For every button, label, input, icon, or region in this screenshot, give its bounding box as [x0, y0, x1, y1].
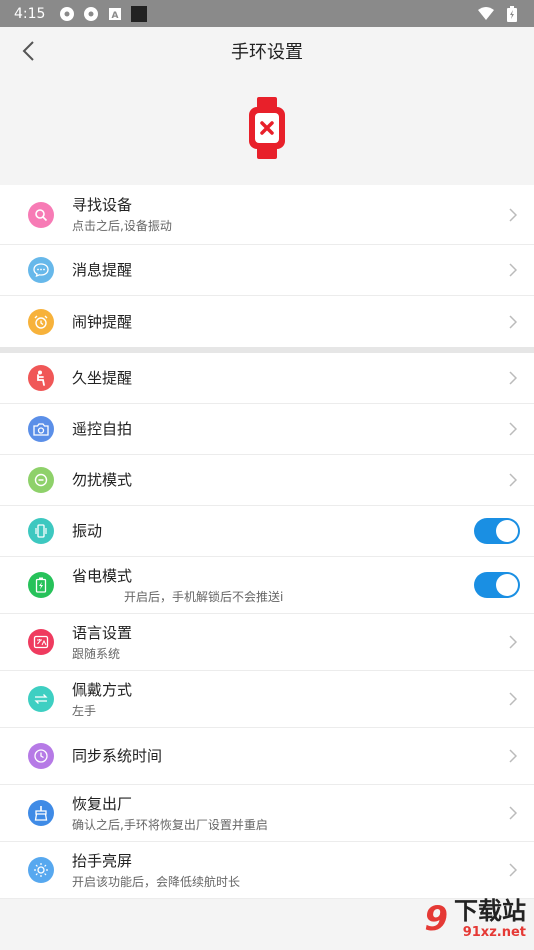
- a-icon: A: [107, 6, 123, 22]
- chevron-right-icon: [506, 421, 520, 437]
- power-saving-toggle[interactable]: [474, 572, 520, 598]
- vibration-toggle[interactable]: [474, 518, 520, 544]
- watermark-logo: 9: [424, 899, 448, 939]
- vibration-label: 振动: [72, 522, 103, 540]
- chevron-right-icon: [506, 691, 520, 707]
- settings-group-1: 寻找设备 点击之后,设备振动 消息提醒 闹钟提醒: [0, 185, 534, 347]
- settings-group-2: 久坐提醒 遥控自拍 勿扰模式 振动 省电模式 开启后，手机解锁后不会推送i 语言…: [0, 353, 534, 899]
- power-saving-row: 省电模式 开启后，手机解锁后不会推送i: [0, 557, 534, 614]
- do-not-disturb-label: 勿扰模式: [72, 471, 133, 489]
- message-reminder-row[interactable]: 消息提醒: [0, 245, 534, 296]
- factory-reset-label: 恢复出厂: [72, 794, 133, 813]
- wear-mode-label: 佩戴方式: [72, 680, 133, 699]
- app-icon-2: [83, 6, 99, 22]
- chevron-right-icon: [506, 370, 520, 386]
- svg-text:A: A: [112, 11, 119, 21]
- header: 手环设置: [0, 27, 534, 75]
- language-icon: [28, 629, 54, 655]
- camera-icon: [28, 416, 54, 442]
- wear-mode-sub: 左手: [72, 703, 97, 718]
- factory-reset-sub: 确认之后,手环将恢复出厂设置并重启: [72, 817, 268, 832]
- broom-icon: [28, 800, 54, 826]
- brightness-icon: [28, 857, 54, 883]
- sitting-person-icon: [28, 365, 54, 391]
- chevron-right-icon: [506, 748, 520, 764]
- sync-time-row[interactable]: 同步系统时间: [0, 728, 534, 785]
- power-saving-label: 省电模式: [72, 566, 133, 585]
- find-device-sub: 点击之后,设备振动: [72, 219, 172, 233]
- vibrate-phone-icon: [28, 518, 54, 544]
- alarm-reminder-row[interactable]: 闹钟提醒: [0, 296, 534, 347]
- find-device-label: 寻找设备: [72, 196, 133, 214]
- watermark: 9 下载站 91xz.net: [354, 888, 534, 950]
- remote-selfie-row[interactable]: 遥控自拍: [0, 404, 534, 455]
- chevron-right-icon: [506, 262, 520, 278]
- chevron-right-icon: [506, 314, 520, 330]
- sedentary-reminder-label: 久坐提醒: [72, 369, 133, 387]
- chat-icon: [28, 257, 54, 283]
- battery-charging-icon: [28, 572, 54, 598]
- sync-time-label: 同步系统时间: [72, 747, 163, 765]
- remote-selfie-label: 遥控自拍: [72, 420, 133, 438]
- chevron-right-icon: [506, 805, 520, 821]
- page-title: 手环设置: [231, 42, 303, 63]
- wear-mode-row[interactable]: 佩戴方式 左手: [0, 671, 534, 728]
- chevron-right-icon: [506, 634, 520, 650]
- factory-reset-row[interactable]: 恢复出厂 确认之后,手环将恢复出厂设置并重启: [0, 785, 534, 842]
- language-row[interactable]: 语言设置 跟随系统: [0, 614, 534, 671]
- message-reminder-label: 消息提醒: [72, 261, 133, 279]
- alarm-clock-icon: [28, 308, 54, 335]
- toggle-knob: [496, 520, 518, 542]
- app-icon-1: [59, 6, 75, 22]
- status-bar: 4:15 A: [0, 0, 534, 27]
- vibration-row: 振动: [0, 506, 534, 557]
- watermark-brand: 下载站: [454, 897, 526, 925]
- chevron-right-icon: [506, 207, 520, 223]
- band-disconnected-icon: [247, 97, 287, 163]
- find-device-row[interactable]: 寻找设备 点击之后,设备振动: [0, 185, 534, 245]
- toggle-knob: [496, 574, 518, 596]
- back-button[interactable]: [14, 37, 42, 65]
- minus-circle-icon: [28, 467, 54, 493]
- language-label: 语言设置: [72, 623, 133, 642]
- swap-arrows-icon: [28, 686, 54, 712]
- watermark-site: 91xz.net: [462, 925, 526, 940]
- chevron-right-icon: [506, 862, 520, 878]
- clock-icon: [28, 743, 54, 769]
- chevron-right-icon: [506, 472, 520, 488]
- do-not-disturb-row[interactable]: 勿扰模式: [0, 455, 534, 506]
- wifi-icon: [478, 6, 494, 22]
- sedentary-reminder-row[interactable]: 久坐提醒: [0, 353, 534, 404]
- square-icon: [131, 5, 148, 22]
- band-status: [0, 75, 534, 185]
- search-icon: [28, 201, 54, 228]
- power-saving-sub: 开启后，手机解锁后不会推送i: [124, 589, 284, 604]
- language-sub: 跟随系统: [72, 646, 121, 661]
- battery-icon: [504, 5, 520, 22]
- alarm-reminder-label: 闹钟提醒: [72, 312, 133, 331]
- status-time: 4:15: [14, 5, 46, 22]
- raise-to-wake-label: 抬手亮屏: [72, 851, 133, 870]
